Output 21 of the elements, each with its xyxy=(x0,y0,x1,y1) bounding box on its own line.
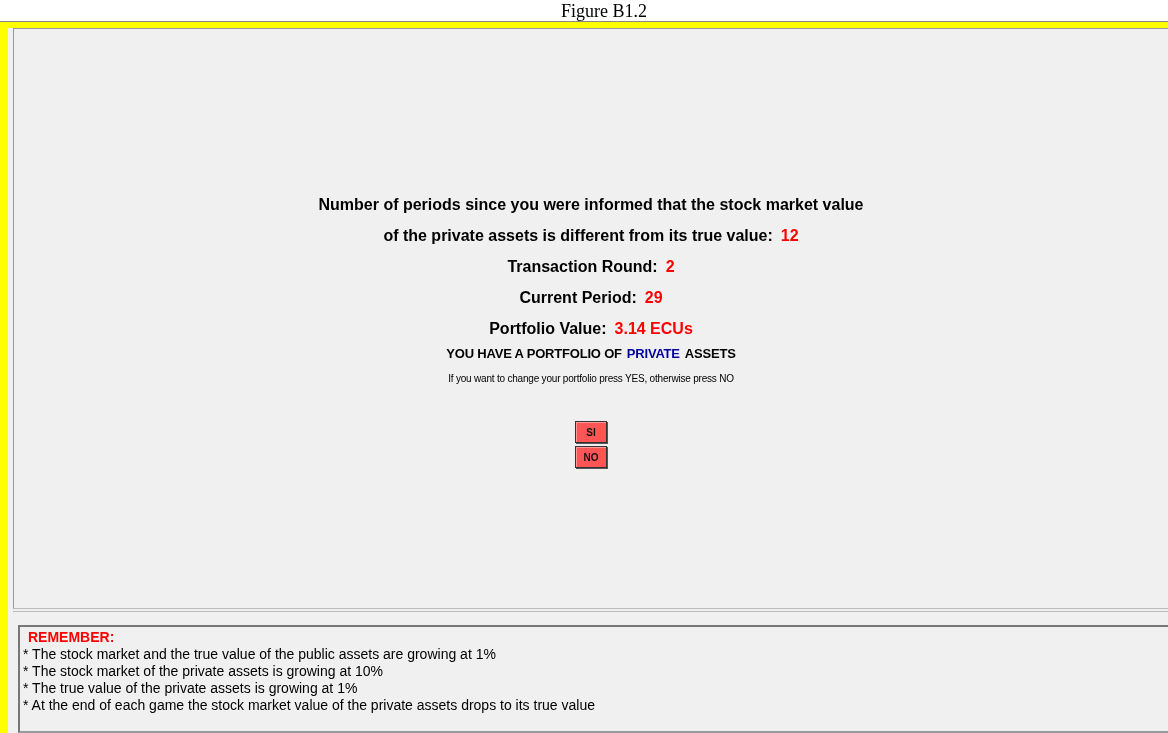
answer-button[interactable]: SI xyxy=(575,421,607,443)
notice-text: ASSETS xyxy=(684,346,736,361)
info-label: Portfolio Value: xyxy=(489,319,607,339)
answer-button[interactable]: NO xyxy=(575,446,607,468)
info-label: Current Period: xyxy=(519,288,637,308)
info-label: Transaction Round: xyxy=(507,257,658,277)
portfolio-type: PRIVATE xyxy=(626,346,680,361)
notice-text: YOU HAVE A PORTFOLIO OF xyxy=(446,346,622,361)
figure-caption: Figure B1.2 xyxy=(560,0,648,22)
reminder-item: * The stock market of the private assets is growing at 10% xyxy=(23,663,385,680)
info-value: 12 xyxy=(780,226,799,246)
info-label: Number of periods since you were informed that the stock market value xyxy=(318,195,864,215)
info-value: 2 xyxy=(665,257,675,277)
instruction-text: If you want to change your portfolio press YES, otherwise press NO xyxy=(448,373,734,384)
info-label: of the private assets is different from its true value: xyxy=(383,226,773,246)
info-value: 3.14 ECUs xyxy=(614,319,693,339)
reminder-item: * The stock market and the true value of the public assets are growing at 1% xyxy=(23,646,497,663)
info-value: 29 xyxy=(644,288,663,308)
reminder-item: * The true value of the private assets is growing at 1% xyxy=(23,680,359,697)
reminder-title: REMEMBER: xyxy=(27,629,116,646)
reminder-item: * At the end of each game the stock market value of the private assets drops to its true value xyxy=(23,697,596,714)
